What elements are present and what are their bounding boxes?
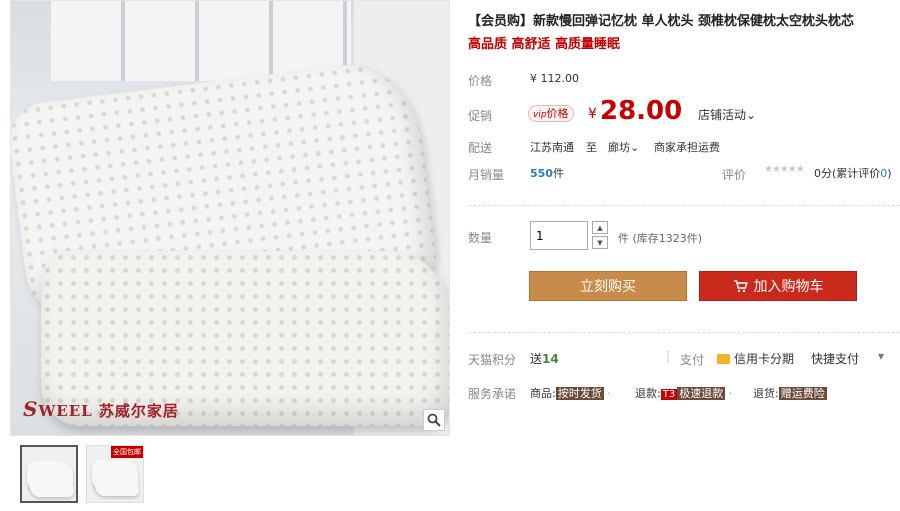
- store-event-dropdown[interactable]: 店铺活动⌄: [698, 106, 756, 123]
- ship-to-dropdown[interactable]: 廊坊⌄: [608, 139, 639, 155]
- points-label: 天猫积分: [468, 353, 517, 367]
- service-item-return: 退货: 赠运费险: [753, 387, 827, 400]
- chevron-down-icon: ⌄: [630, 141, 640, 154]
- currency-symbol: ¥: [588, 106, 597, 122]
- service-item-refund: 退款: T3 极速退款 ·: [635, 387, 733, 400]
- promo-label: 促销: [468, 109, 493, 123]
- quantity-increase-button[interactable]: ▲: [592, 221, 608, 234]
- original-price: ¥ 112.00: [530, 72, 579, 85]
- quantity-input[interactable]: [530, 221, 588, 250]
- on-time-delivery-tag: 按时发货: [555, 387, 604, 400]
- monthly-sales: 550件: [530, 167, 564, 180]
- brand-logo: SWEEL 苏威尔家居: [23, 397, 179, 421]
- stock-info: 件 (库存1323件): [618, 232, 703, 245]
- credit-card-icon: [717, 354, 730, 364]
- buy-now-button[interactable]: 立刻购买: [529, 271, 687, 301]
- main-product-image[interactable]: SWEEL 苏威尔家居: [10, 0, 450, 436]
- ship-to-word: 至: [586, 141, 597, 154]
- promo-price: 28.00: [600, 96, 683, 126]
- payment-label: 支付: [680, 353, 705, 367]
- thumbnail-pillow: [95, 476, 139, 496]
- ship-from: 江苏南通: [530, 141, 574, 154]
- rating-label: 评价: [722, 168, 747, 182]
- quantity-label: 数量: [468, 231, 493, 245]
- quantity-decrease-button[interactable]: ▼: [592, 236, 608, 249]
- add-to-cart-label: 加入购物车: [753, 279, 824, 295]
- divider: |: [666, 349, 671, 363]
- shipping-fee: 商家承担运费: [654, 141, 720, 154]
- service-label: 服务承诺: [468, 387, 517, 401]
- free-shipping-badge: 全国包邮: [111, 446, 143, 458]
- add-to-cart-button[interactable]: 加入购物车: [699, 271, 857, 301]
- rating-summary: 0分(累计评价0): [814, 167, 892, 180]
- monthly-sales-label: 月销量: [468, 168, 505, 182]
- shipping-label: 配送: [468, 141, 493, 155]
- separator: [468, 332, 900, 333]
- thumbnail-pillow: [30, 477, 74, 497]
- payment-expand-icon[interactable]: ▾: [878, 349, 884, 363]
- cart-icon: [733, 279, 748, 292]
- separator: [468, 205, 900, 206]
- vip-price-tag: vip价格: [528, 105, 574, 122]
- product-title: 【会员购】新款慢回弹记忆枕 单人枕头 颈椎枕保健枕太空枕头枕芯: [468, 14, 855, 29]
- zoom-icon[interactable]: [423, 409, 445, 431]
- chevron-down-icon: ⌄: [746, 108, 757, 122]
- price-label: 价格: [468, 74, 493, 88]
- t3-badge: T3: [660, 389, 678, 400]
- thumbnail-1[interactable]: [20, 445, 78, 503]
- quick-pay[interactable]: 快捷支付: [811, 350, 859, 367]
- thumbnail-2[interactable]: 全国包邮: [86, 445, 144, 503]
- points-value: 送14: [530, 352, 559, 366]
- thumbnail-strip: 全国包邮: [20, 445, 144, 503]
- star-icon: ★★★★★: [764, 164, 805, 175]
- service-item-goods: 商品: 按时发货 ·: [530, 387, 611, 400]
- shipping-insurance-tag: 赠运费险: [778, 387, 827, 400]
- product-subtitle: 高品质 高舒适 高质量睡眠: [468, 37, 621, 52]
- credit-card-installment[interactable]: 信用卡分期: [717, 350, 794, 367]
- fast-refund-tag: 极速退款: [677, 387, 726, 400]
